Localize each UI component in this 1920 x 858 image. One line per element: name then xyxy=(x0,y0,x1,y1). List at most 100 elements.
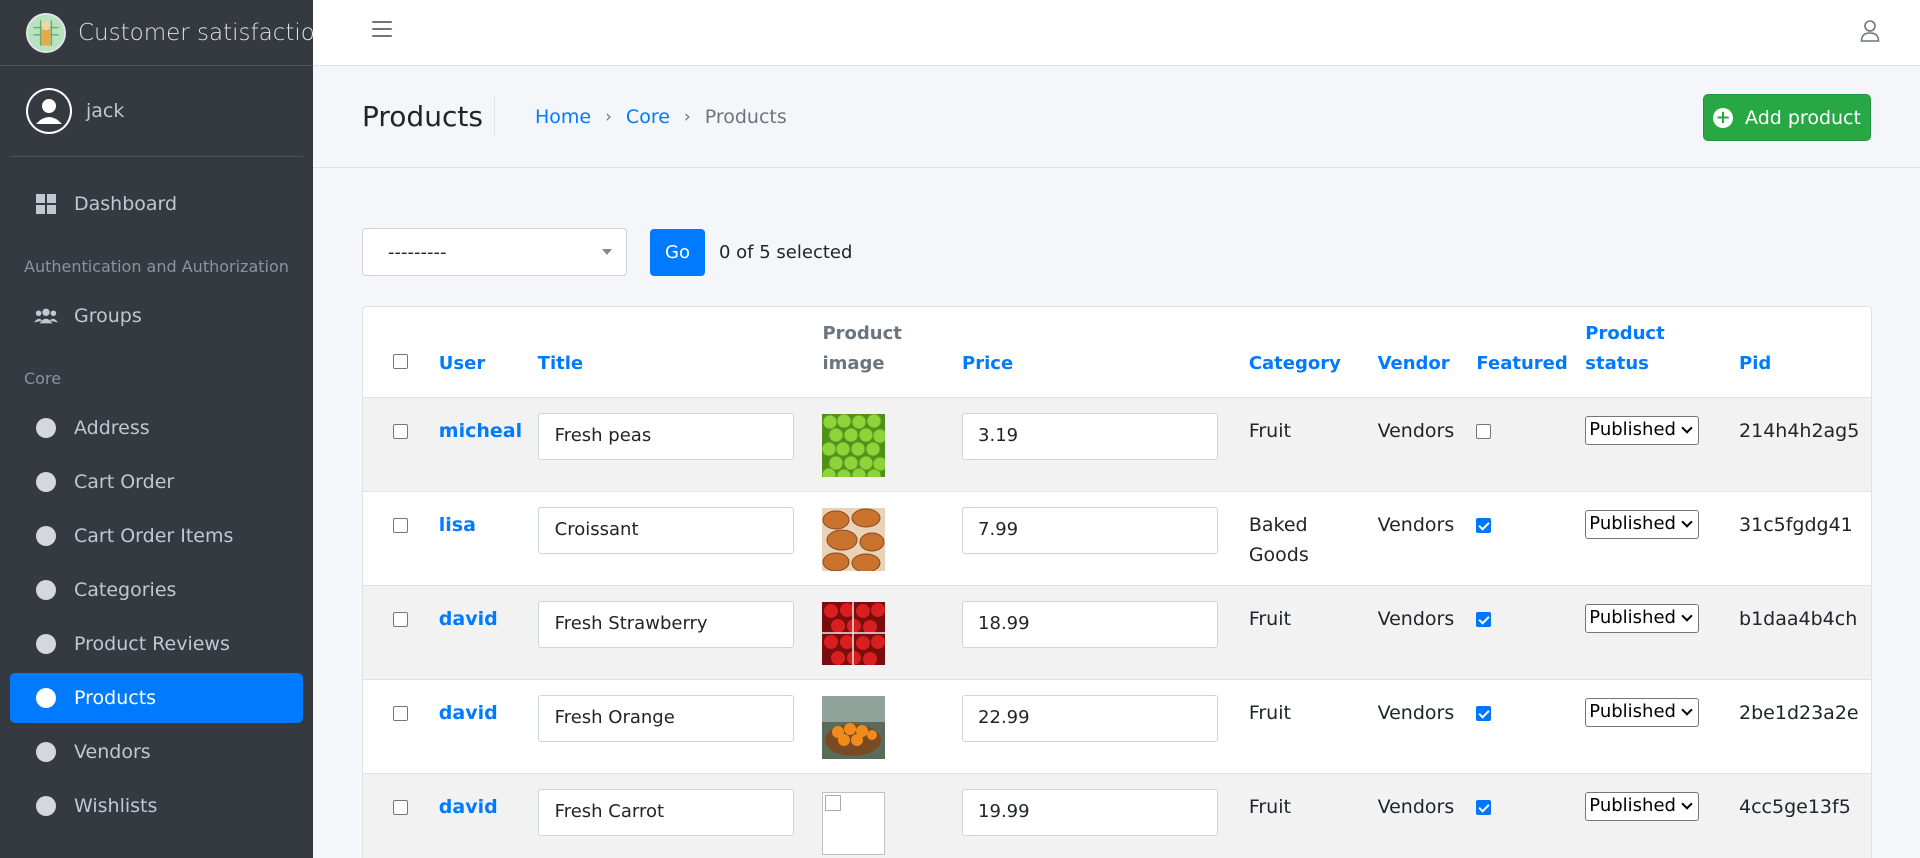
sidebar-item-groups[interactable]: Groups xyxy=(10,291,303,341)
results-card: User Title Product image Price Category V… xyxy=(362,306,1872,858)
header-divider xyxy=(494,97,495,135)
featured-checkbox[interactable] xyxy=(1476,799,1492,815)
page-title: Products xyxy=(362,100,483,133)
top-navbar xyxy=(313,0,1920,66)
action-select-value: --------- xyxy=(388,241,447,263)
status-select[interactable]: Published xyxy=(1585,415,1700,445)
product-image-orange xyxy=(822,695,886,759)
title-input[interactable]: Fresh Orange xyxy=(537,694,794,742)
action-select[interactable]: --------- xyxy=(362,228,627,276)
brand-title: Customer satisfaction is xyxy=(78,19,313,46)
category-cell: Fruit xyxy=(1248,701,1291,724)
category-cell: Fruit xyxy=(1248,419,1291,442)
add-product-label: Add product xyxy=(1745,106,1861,129)
sidebar-item-categories[interactable]: Categories xyxy=(10,565,303,615)
category-cell-line2: Goods xyxy=(1248,543,1309,566)
vendor-cell: Vendors xyxy=(1377,419,1455,442)
sidebar-item-product-reviews[interactable]: Product Reviews xyxy=(10,619,303,669)
breadcrumb: Home › Core › Products xyxy=(535,106,787,128)
sidebar-item-address[interactable]: Address xyxy=(10,403,303,453)
brand-link[interactable]: Customer satisfaction is xyxy=(0,0,313,66)
sidebar-item-label: Address xyxy=(74,417,150,439)
row-checkbox[interactable] xyxy=(393,611,408,627)
price-input[interactable]: 19.99 xyxy=(962,788,1219,836)
chevron-down-icon xyxy=(602,249,612,255)
column-header-user[interactable]: User xyxy=(439,307,538,397)
column-header-vendor[interactable]: Vendor xyxy=(1378,307,1477,397)
breadcrumb-separator: › xyxy=(683,107,691,127)
broken-image-icon xyxy=(822,791,886,855)
vendor-cell: Vendors xyxy=(1377,795,1455,818)
selection-counter: 0 of 5 selected xyxy=(719,241,853,263)
column-header-status[interactable]: Product status xyxy=(1585,307,1739,397)
nav-section-auth: Authentication and Authorization xyxy=(24,256,289,276)
dashboard-icon xyxy=(34,192,58,216)
title-input[interactable]: Fresh Strawberry xyxy=(537,600,794,648)
sidebar-item-label: Vendors xyxy=(74,741,151,763)
circle-icon xyxy=(34,632,58,656)
column-header-category[interactable]: Category xyxy=(1249,307,1378,397)
row-checkbox[interactable] xyxy=(393,423,408,439)
row-checkbox[interactable] xyxy=(393,799,408,815)
price-input[interactable]: 22.99 xyxy=(962,694,1219,742)
bulk-actions: --------- Go 0 of 5 selected xyxy=(362,228,852,276)
products-table: User Title Product image Price Category V… xyxy=(363,307,1871,858)
featured-checkbox[interactable] xyxy=(1476,611,1492,627)
breadcrumb-current: Products xyxy=(704,106,787,128)
product-image-croissant xyxy=(822,507,886,571)
row-user-link[interactable]: lisa xyxy=(439,514,476,536)
user-menu-icon[interactable] xyxy=(1860,20,1880,46)
sidebar-item-dashboard[interactable]: Dashboard xyxy=(10,179,303,229)
breadcrumb-core[interactable]: Core xyxy=(626,106,670,128)
select-all-checkbox[interactable] xyxy=(393,353,408,369)
chevron-down-icon xyxy=(1681,609,1693,622)
chevron-down-icon xyxy=(1681,421,1693,434)
featured-checkbox[interactable] xyxy=(1476,517,1492,533)
sidebar-item-cart-order[interactable]: Cart Order xyxy=(10,457,303,507)
column-header-featured[interactable]: Featured xyxy=(1476,307,1585,397)
table-row: micheal Fresh peas 3.19 Fruit Vendors Pu… xyxy=(363,397,1871,491)
title-input[interactable]: Fresh Carrot xyxy=(537,788,794,836)
price-input[interactable]: 7.99 xyxy=(962,506,1219,554)
column-header-title[interactable]: Title xyxy=(538,307,823,397)
product-image-strawberry xyxy=(822,601,886,665)
row-user-link[interactable]: micheal xyxy=(439,420,522,442)
row-user-link[interactable]: david xyxy=(439,796,498,818)
column-header-pid[interactable]: Pid xyxy=(1739,307,1871,397)
go-button[interactable]: Go xyxy=(650,228,705,276)
menu-toggle-icon[interactable] xyxy=(372,21,392,39)
sidebar-item-products[interactable]: Products xyxy=(10,673,303,723)
title-input[interactable]: Fresh peas xyxy=(537,412,794,460)
status-select[interactable]: Published xyxy=(1585,791,1700,821)
column-header-price[interactable]: Price xyxy=(962,307,1249,397)
row-checkbox[interactable] xyxy=(393,517,408,533)
brand-logo xyxy=(26,12,66,53)
table-row: david Fresh Orange 22.99 Fruit Vendors P… xyxy=(363,679,1871,773)
row-user-link[interactable]: david xyxy=(439,608,498,630)
pid-cell: 214h4h2ag5 xyxy=(1739,419,1860,442)
sidebar-item-label: Dashboard xyxy=(74,193,178,215)
user-panel[interactable]: jack xyxy=(10,66,303,157)
user-avatar-icon xyxy=(26,88,72,134)
users-icon xyxy=(34,304,58,328)
row-user-link[interactable]: david xyxy=(439,702,498,724)
status-select[interactable]: Published xyxy=(1585,509,1700,539)
price-input[interactable]: 18.99 xyxy=(962,600,1219,648)
title-input[interactable]: Croissant xyxy=(537,506,794,554)
add-product-button[interactable]: + Add product xyxy=(1703,94,1871,141)
sidebar-item-label: Wishlists xyxy=(74,795,158,817)
breadcrumb-home[interactable]: Home xyxy=(535,106,591,128)
category-cell: Fruit xyxy=(1248,795,1291,818)
sidebar-item-wishlists[interactable]: Wishlists xyxy=(10,781,303,831)
featured-checkbox[interactable] xyxy=(1476,423,1492,439)
pid-cell: 4cc5ge13f5 xyxy=(1739,795,1851,818)
price-input[interactable]: 3.19 xyxy=(962,412,1219,460)
status-select[interactable]: Published xyxy=(1585,697,1700,727)
sidebar-item-cart-order-items[interactable]: Cart Order Items xyxy=(10,511,303,561)
status-select[interactable]: Published xyxy=(1585,603,1700,633)
sidebar-item-vendors[interactable]: Vendors xyxy=(10,727,303,777)
user-name: jack xyxy=(86,100,125,122)
featured-checkbox[interactable] xyxy=(1476,705,1492,721)
row-checkbox[interactable] xyxy=(393,705,408,721)
sidebar-item-label: Cart Order xyxy=(74,471,175,493)
